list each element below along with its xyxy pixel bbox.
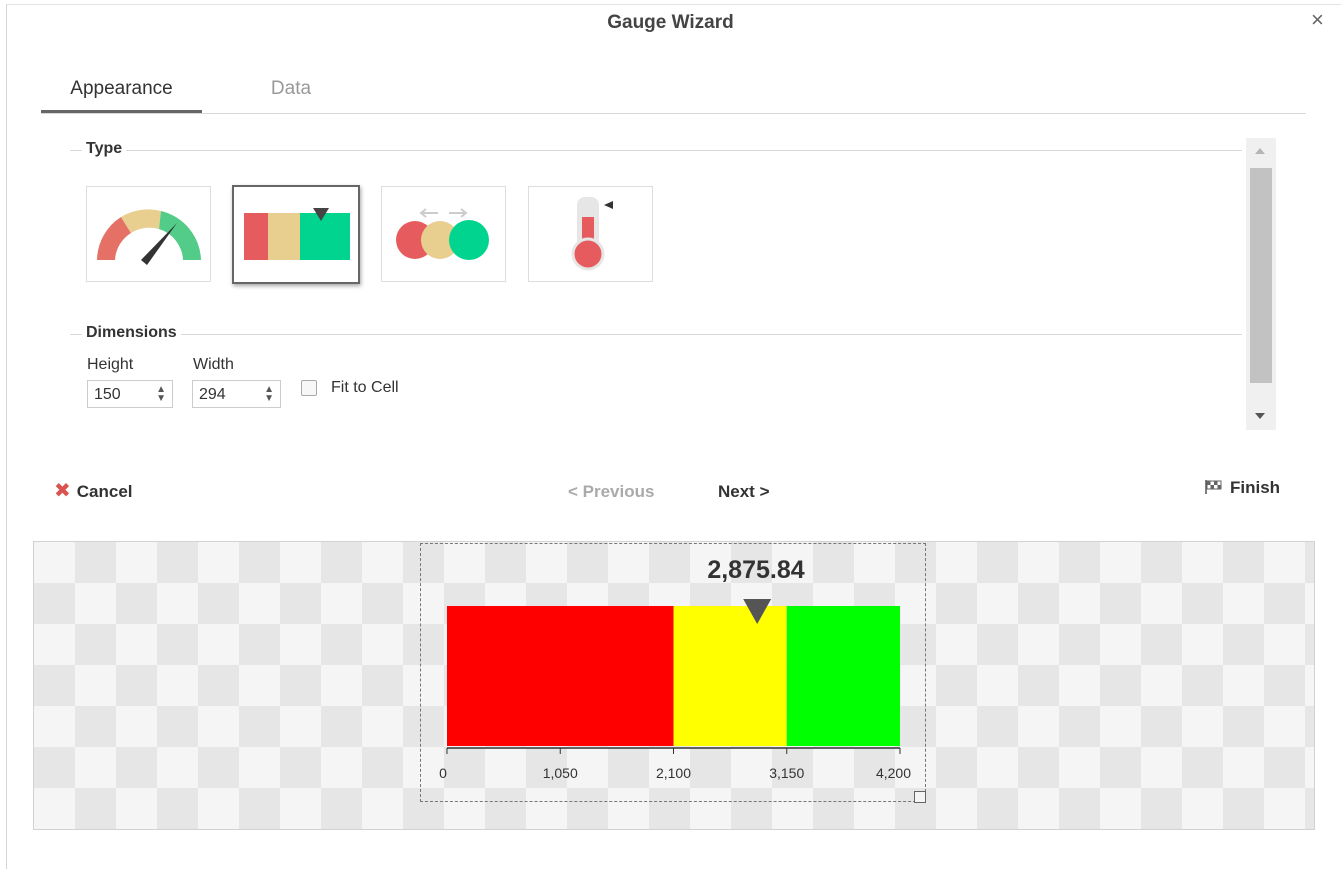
cancel-button[interactable]: ✖ Cancel bbox=[54, 478, 133, 503]
width-stepper[interactable]: 294 ▲ ▼ bbox=[192, 380, 281, 408]
previous-button[interactable]: < Previous bbox=[568, 482, 654, 502]
radial-gauge-icon bbox=[97, 209, 201, 265]
linear-bar-gauge-option[interactable] bbox=[232, 185, 360, 284]
scrollbar[interactable] bbox=[1246, 138, 1276, 430]
scroll-up-icon[interactable] bbox=[1255, 148, 1265, 154]
linear-bar-gauge-icon bbox=[244, 208, 350, 260]
dimensions-section-label: Dimensions bbox=[82, 324, 181, 342]
scroll-down-icon[interactable] bbox=[1255, 413, 1265, 419]
tab-bar: Appearance Data bbox=[41, 72, 1306, 114]
thermometer-icon bbox=[571, 197, 613, 271]
checkered-flag-icon bbox=[1205, 480, 1222, 494]
tab-data[interactable]: Data bbox=[241, 78, 341, 110]
height-stepper[interactable]: 150 ▲ ▼ bbox=[87, 380, 173, 408]
resize-handle[interactable] bbox=[914, 791, 926, 803]
tab-appearance[interactable]: Appearance bbox=[41, 78, 202, 113]
gauge-selection-frame[interactable] bbox=[420, 543, 926, 802]
cancel-x-icon: ✖ bbox=[54, 480, 71, 502]
dimensions-section-divider bbox=[70, 334, 1242, 335]
traffic-light-gauge-icon bbox=[396, 208, 489, 260]
fit-to-cell-label: Fit to Cell bbox=[331, 379, 399, 396]
width-label: Width bbox=[193, 356, 234, 373]
close-icon[interactable]: × bbox=[1311, 9, 1324, 31]
stepper-arrows-icon[interactable]: ▲ ▼ bbox=[156, 385, 166, 404]
stepper-arrows-icon[interactable]: ▲ ▼ bbox=[264, 385, 274, 404]
finish-label: Finish bbox=[1230, 478, 1281, 497]
traffic-light-gauge-option[interactable] bbox=[381, 186, 506, 282]
dialog-title: Gauge Wizard bbox=[607, 12, 734, 33]
next-button[interactable]: Next > bbox=[718, 482, 770, 502]
scroll-thumb[interactable] bbox=[1250, 168, 1272, 383]
height-label: Height bbox=[87, 356, 134, 373]
thermometer-gauge-option[interactable] bbox=[528, 186, 653, 282]
width-value: 294 bbox=[199, 386, 226, 403]
fit-to-cell-checkbox[interactable] bbox=[301, 380, 317, 396]
finish-button[interactable]: Finish bbox=[1204, 478, 1280, 498]
height-value: 150 bbox=[94, 386, 121, 403]
type-section-label: Type bbox=[82, 140, 127, 158]
type-section-divider bbox=[70, 150, 1242, 151]
radial-gauge-option[interactable] bbox=[86, 186, 211, 282]
cancel-label: Cancel bbox=[76, 482, 133, 501]
